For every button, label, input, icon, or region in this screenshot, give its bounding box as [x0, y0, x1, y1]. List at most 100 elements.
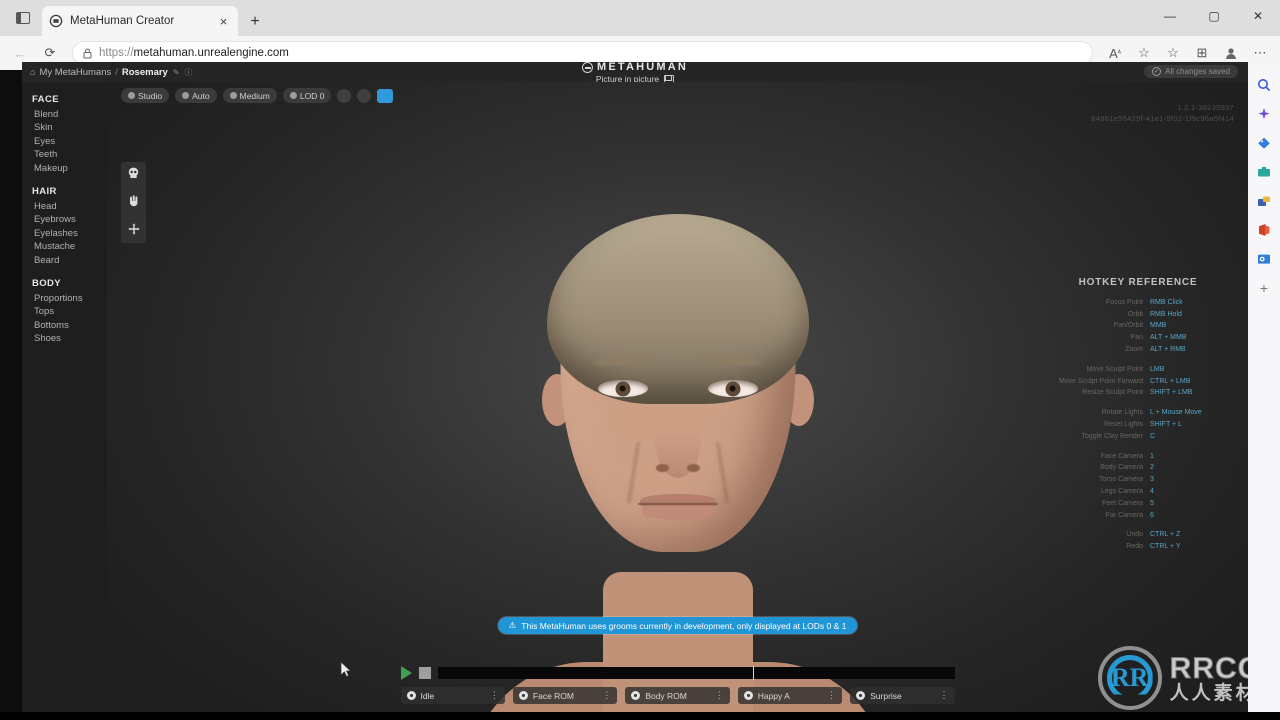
hotkey-label: Toggle Clay Render	[1081, 432, 1143, 440]
url-text: https://metahuman.unrealengine.com	[99, 47, 289, 59]
mouse-cursor	[340, 661, 352, 678]
translate-gizmo-icon[interactable]	[127, 223, 140, 238]
playhead[interactable]	[752, 666, 754, 680]
edge-sidebar: +	[1248, 70, 1280, 720]
timeline-clips: Idle ⋮ Face ROM ⋮ Body ROM ⋮ Happy A ⋮ S…	[400, 687, 955, 704]
play-icon[interactable]	[400, 666, 412, 680]
toolbar-chip-medium[interactable]: Medium	[222, 88, 277, 103]
eye-left	[597, 380, 648, 397]
maximize-button[interactable]: ▢	[1192, 0, 1236, 32]
hotkey-key: 1	[1150, 452, 1154, 460]
toolbar-chip-auto[interactable]: Auto	[175, 88, 217, 103]
settings-more-icon[interactable]: ⋯	[1246, 39, 1274, 67]
skull-sculpt-icon[interactable]	[128, 167, 139, 182]
sidebar-item-bottoms[interactable]: Bottoms	[32, 319, 107, 332]
breadcrumb-separator: /	[115, 66, 118, 78]
grid-toggle[interactable]	[377, 88, 394, 103]
tools-icon[interactable]	[1255, 163, 1273, 181]
timeline-clip-body-rom[interactable]: Body ROM ⋮	[625, 687, 730, 704]
nostril-right	[686, 464, 700, 472]
lock-icon	[83, 48, 92, 58]
clip-label: Body ROM	[645, 690, 687, 701]
animation-icon	[518, 691, 528, 700]
viewport[interactable]: Studio Auto Medium LOD 0 1.2.1-38235937 …	[107, 82, 1248, 712]
hotkey-label: Move Sculpt Point Forward	[1058, 377, 1143, 385]
lighting-toggle[interactable]	[357, 88, 372, 103]
minimize-button[interactable]: —	[1148, 0, 1192, 32]
watermark-logo-icon: RR	[1097, 646, 1162, 710]
timeline-clip-face-rom[interactable]: Face ROM ⋮	[512, 687, 618, 704]
add-sidebar-icon[interactable]: +	[1255, 279, 1273, 297]
outlook-icon[interactable]	[1255, 250, 1273, 268]
hotkey-reference-panel: HOTKEY REFERENCE Focus Point RMB Click Or…	[1048, 277, 1228, 553]
toolbar-chip-lod[interactable]: LOD 0	[282, 88, 332, 103]
hotkey-key: SHIFT + L	[1150, 420, 1182, 428]
games-icon[interactable]	[1255, 192, 1273, 210]
tab-search-icon	[16, 12, 30, 24]
sidebar-item-teeth[interactable]: Teeth	[32, 148, 107, 161]
clip-menu-icon[interactable]: ⋮	[827, 691, 836, 700]
timeline-clip-surprise[interactable]: Surprise ⋮	[850, 687, 955, 704]
save-status-badge: ✓ All changes saved	[1144, 65, 1238, 78]
hotkey-label: Face Camera	[1100, 452, 1143, 460]
close-icon[interactable]: ×	[216, 14, 231, 29]
hotkey-title: HOTKEY REFERENCE	[1078, 277, 1198, 288]
brand-name: METAHUMAN	[596, 62, 689, 73]
nav-heading-body: BODY	[32, 278, 62, 290]
build-id: 84861e55429f-41e1-9f02-1f9c96a5f414	[1091, 114, 1234, 123]
sidebar-item-eyes[interactable]: Eyes	[32, 135, 107, 148]
sidebar-item-shoes[interactable]: Shoes	[32, 332, 107, 345]
hotkey-label: Orbit	[1127, 310, 1143, 318]
clip-label: Idle	[420, 690, 435, 701]
sidebar-item-makeup[interactable]: Makeup	[32, 162, 107, 175]
sidebar-item-mustache[interactable]: Mustache	[32, 240, 107, 253]
viewport-toolbar: Studio Auto Medium LOD 0	[107, 82, 1248, 103]
clip-menu-icon[interactable]: ⋮	[940, 691, 949, 700]
hotkey-key: 3	[1150, 476, 1154, 484]
browser-tab[interactable]: MetaHuman Creator ×	[42, 6, 238, 36]
hotkey-key: 4	[1150, 487, 1154, 495]
new-tab-button[interactable]: +	[241, 8, 269, 36]
window-controls: — ▢ ✕	[1148, 0, 1280, 32]
home-icon[interactable]: ⌂	[30, 67, 35, 77]
build-version: 1.2.1-38235937	[1177, 103, 1234, 112]
search-icon[interactable]	[1255, 76, 1273, 94]
sidebar-item-eyebrows[interactable]: Eyebrows	[32, 213, 107, 226]
sidebar-item-eyelashes[interactable]: Eyelashes	[32, 227, 107, 240]
clip-menu-icon[interactable]: ⋮	[715, 691, 724, 700]
hand-move-icon[interactable]	[128, 195, 139, 210]
toolbar-chip-studio[interactable]: Studio	[121, 88, 170, 103]
tab-actions-button[interactable]	[4, 0, 42, 36]
stop-icon[interactable]	[418, 667, 431, 679]
clip-menu-icon[interactable]: ⋮	[602, 691, 611, 700]
hotkey-label: Body Camera	[1100, 464, 1143, 472]
hotkey-key: 6	[1150, 511, 1154, 519]
clip-menu-icon[interactable]: ⋮	[490, 691, 499, 700]
timeline-clip-idle[interactable]: Idle ⋮	[400, 687, 505, 704]
sidebar-item-proportions[interactable]: Proportions	[32, 292, 107, 305]
hotkey-key: CTRL + LMB	[1150, 377, 1191, 385]
save-status-label: All changes saved	[1165, 67, 1230, 76]
sidebar-item-head[interactable]: Head	[32, 200, 107, 213]
timeline-scrubber[interactable]	[437, 666, 955, 680]
hotkey-label: Move Sculpt Point	[1086, 365, 1143, 373]
sidebar-item-beard[interactable]: Beard	[32, 254, 107, 267]
watermark: RR RRCG 人人素材	[1097, 646, 1262, 710]
close-window-button[interactable]: ✕	[1236, 0, 1280, 32]
timeline-clip-happy-a[interactable]: Happy A ⋮	[737, 687, 843, 704]
copilot-icon[interactable]	[1255, 105, 1273, 123]
office-icon[interactable]	[1255, 221, 1273, 239]
sidebar-item-skin[interactable]: Skin	[32, 121, 107, 134]
breadcrumb-root[interactable]: My MetaHumans	[39, 67, 111, 78]
toolbar-chip-auto-label: Auto	[192, 90, 210, 101]
app-body: FACE Blend Skin Eyes Teeth Makeup HAIR H…	[22, 82, 1248, 712]
clay-render-toggle[interactable]	[337, 88, 352, 103]
build-stats: 1.2.1-38235937 84861e55429f-41e1-9f02-1f…	[1091, 102, 1234, 124]
sidebar-item-tops[interactable]: Tops	[32, 305, 107, 318]
shopping-icon[interactable]	[1255, 134, 1273, 152]
info-icon[interactable]: ⓘ	[185, 67, 193, 78]
hotkey-label: Zoom	[1125, 345, 1143, 353]
sidebar-item-blend[interactable]: Blend	[32, 108, 107, 121]
edit-icon[interactable]: ✎	[173, 68, 180, 77]
warning-icon: ⚠	[508, 620, 517, 630]
